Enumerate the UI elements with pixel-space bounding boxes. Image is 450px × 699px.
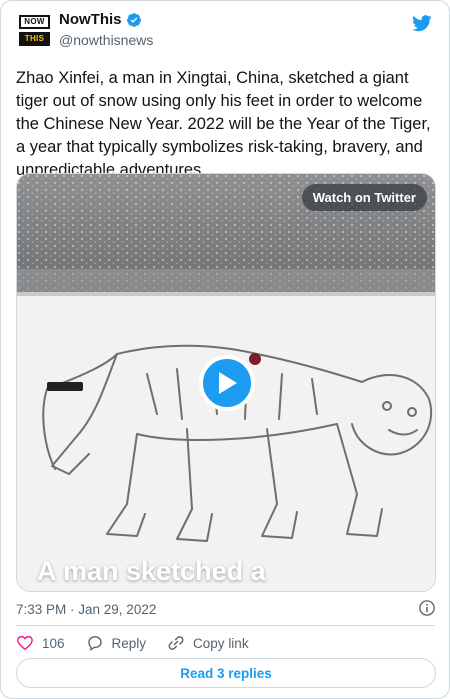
read-replies-button[interactable]: Read 3 replies xyxy=(16,658,436,688)
logo-top: NOW xyxy=(19,14,50,29)
author-display-name[interactable]: NowThis xyxy=(59,11,122,28)
copy-link-button[interactable]: Copy link xyxy=(167,634,249,652)
like-count: 106 xyxy=(42,635,65,651)
tweet-card: NOW THIS NowThis @nowthisnews Zhao Xinfe… xyxy=(0,0,450,699)
copy-link-label: Copy link xyxy=(193,635,249,651)
verified-badge-icon xyxy=(126,12,141,27)
tweet-actions: 106 Reply Copy link xyxy=(16,633,270,653)
heart-icon xyxy=(17,635,33,651)
snow-prop xyxy=(47,382,83,391)
tweet-timestamp[interactable]: 7:33 PM · Jan 29, 2022 xyxy=(16,602,156,617)
author-avatar[interactable]: NOW THIS xyxy=(19,13,53,47)
tweet-header: NOW THIS NowThis @nowthisnews xyxy=(19,11,435,51)
twitter-bird-icon[interactable] xyxy=(411,13,433,33)
play-button[interactable] xyxy=(199,355,255,411)
author-handle[interactable]: @nowthisnews xyxy=(59,32,153,48)
video-caption: A man sketched a xyxy=(37,556,266,586)
divider xyxy=(16,625,435,626)
link-icon xyxy=(168,636,184,650)
tweet-text: Zhao Xinfei, a man in Xingtai, China, sk… xyxy=(16,69,431,179)
info-icon[interactable] xyxy=(418,599,436,617)
watch-on-twitter-button[interactable]: Watch on Twitter xyxy=(301,184,427,211)
reply-icon xyxy=(87,636,102,651)
reply-button[interactable]: Reply xyxy=(86,634,147,652)
video-player[interactable]: Watch on Twitter A man sketched a xyxy=(16,173,436,592)
like-button[interactable]: 106 xyxy=(16,634,65,652)
author-name-row: NowThis xyxy=(59,11,142,28)
logo-bottom: THIS xyxy=(19,31,50,46)
reply-label: Reply xyxy=(111,635,147,651)
tweet-meta: 7:33 PM · Jan 29, 2022 xyxy=(16,599,436,619)
person-figure xyxy=(249,353,261,365)
play-icon xyxy=(219,372,237,394)
